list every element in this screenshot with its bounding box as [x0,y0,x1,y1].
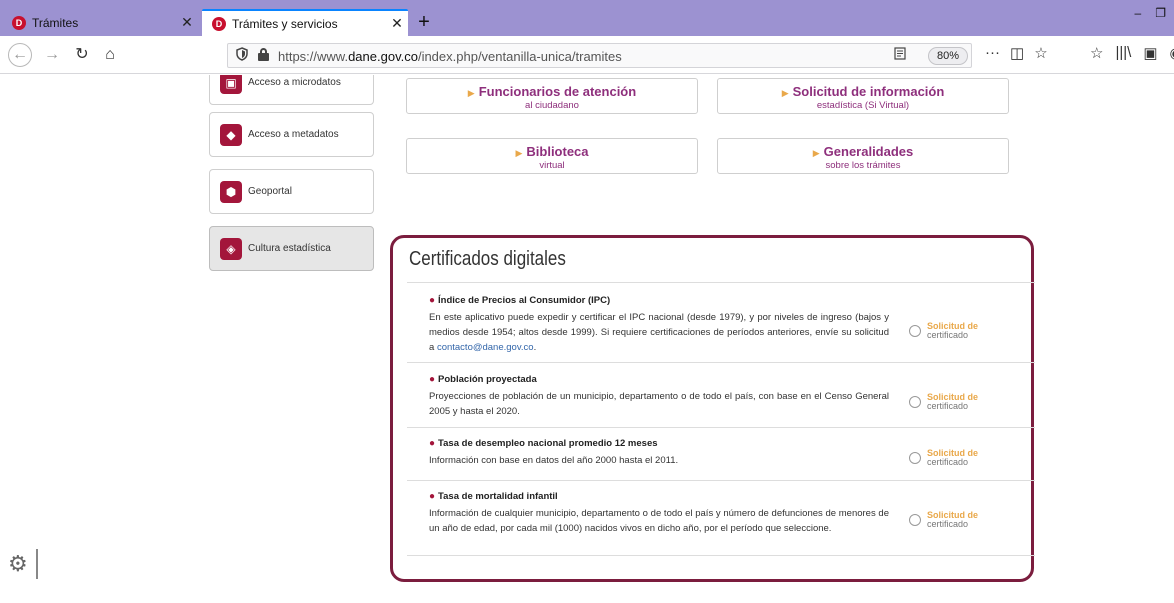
tab-tramites[interactable]: D Trámites ✕ [2,9,198,36]
cert-heading: Índice de Precios al Consumidor (IPC) [438,295,611,306]
more-actions-icon[interactable]: ··· [985,44,1000,62]
arrow-icon: ▶ [812,148,820,158]
url-text[interactable]: https://www.dane.gov.co/index.php/ventan… [278,49,622,64]
arrow-icon: ▶ [467,88,475,98]
restore-icon[interactable]: ❐ [1155,6,1166,20]
sidebar-icon[interactable]: ▣ [1143,44,1157,62]
cert-item-desempleo: ● Tasa de desempleo nacional promedio 12 … [429,438,1035,468]
cert-description: En este aplicativo puede expedir y certi… [429,312,889,353]
browser-window: D Trámites ✕ D Trámites y servicios ✕ + … [0,0,1174,603]
link-subtitle: virtual [539,160,565,171]
contact-email-link[interactable]: contacto@dane.gov.co [437,342,534,353]
cert-item-ipc: ● Índice de Precios al Consumidor (IPC) E… [429,295,1035,355]
new-tab-button[interactable]: + [412,10,436,34]
bookmarks-menu-icon[interactable]: ☆ [1090,44,1103,62]
request-certificate-option[interactable]: Solicitud de certificado [909,393,978,411]
sidebar-item-geoportal[interactable]: ⬢ Geoportal [209,169,374,214]
link-funcionarios-atencion[interactable]: ▶ Funcionarios de atención al ciudadano [406,78,698,114]
link-title: Solicitud de información [792,84,945,99]
library-icon[interactable]: |||\ [1115,44,1131,62]
microdata-icon: ▣ [220,75,242,94]
link-subtitle: estadística (Si Virtual) [816,100,910,111]
bullet-icon: ● [429,374,436,385]
sidebar-item-label: Acceso a metadatos [248,129,339,140]
divider [407,555,1035,556]
forward-button[interactable]: → [40,44,64,66]
link-title: Funcionarios de atención [478,84,637,99]
cert-item-poblacion: ● Población proyectada Proyecciones de po… [429,374,1035,419]
page-actions: ··· ◫ ☆ [985,44,1048,62]
culture-icon: ◈ [220,237,242,260]
tab-title: Trámites [32,15,79,30]
link-generalidades[interactable]: ▶ Generalidades sobre los trámites [717,138,1009,174]
arrow-icon: ▶ [515,148,523,158]
request-certificate-option[interactable]: Solicitud de certificado [909,449,978,467]
zoom-level-button[interactable]: 80% [928,47,969,65]
tab-tramites-y-servicios[interactable]: D Trámites y servicios ✕ [202,9,408,36]
radio-button[interactable] [909,325,921,337]
sidebar-item-label: Geoportal [248,186,292,197]
arrow-icon: ▶ [781,88,789,98]
account-icon[interactable]: ◉ [1170,44,1174,62]
pocket-icon[interactable]: ◫ [1010,44,1024,62]
navigation-toolbar: ← → ↻ ⌂ https://www.dane.gov.co/index.ph… [0,36,1174,74]
bullet-icon: ● [429,295,436,306]
map-icon: ⬢ [220,180,242,203]
link-biblioteca[interactable]: ▶ Biblioteca virtual [406,138,698,174]
sidebar-item-label: Acceso a microdatos [248,77,341,88]
radio-button[interactable] [909,514,921,526]
link-subtitle: sobre los trámites [825,160,901,171]
link-subtitle: al ciudadano [525,100,579,111]
back-button[interactable]: ← [8,43,32,67]
divider [407,480,1035,481]
divider [407,282,1035,283]
page-content: ▣ Acceso a microdatos ◆ Acceso a metadat… [0,75,1174,603]
divider [407,362,1035,363]
cert-description: Proyecciones de población de un municipi… [429,391,889,417]
sidebar-item-metadatos[interactable]: ◆ Acceso a metadatos [209,112,374,157]
dane-favicon-icon: D [12,15,26,30]
certificados-panel: Certificados digitales ● Índice de Precio… [390,235,1035,582]
home-button[interactable]: ⌂ [98,44,122,66]
cert-description: Información de cualquier municipio, depa… [429,508,889,534]
request-certificate-option[interactable]: Solicitud de certificado [909,511,978,529]
cert-description: Información con base en datos del año 20… [429,455,679,466]
link-solicitud-informacion[interactable]: ▶ Solicitud de información estadística (S… [717,78,1009,114]
panel-title: Certificados digitales [409,248,566,270]
dane-favicon-icon: D [212,16,226,31]
minimize-icon[interactable]: – [1135,6,1142,20]
close-icon[interactable]: ✕ [386,15,408,32]
sidebar-item-label: Cultura estadística [248,243,331,254]
link-title: Generalidades [823,144,914,159]
cert-heading: Tasa de mortalidad infantil [438,491,558,502]
gear-icon[interactable]: ⚙ [8,549,38,579]
metadata-icon: ◆ [220,123,242,146]
bookmark-star-icon[interactable]: ☆ [1034,44,1047,62]
sidebar-item-cultura-estadistica[interactable]: ◈ Cultura estadística [209,226,374,271]
address-bar[interactable]: https://www.dane.gov.co/index.php/ventan… [227,43,972,68]
tab-title: Trámites y servicios [232,16,338,31]
bullet-icon: ● [429,438,436,449]
cert-heading: Población proyectada [438,374,537,385]
shield-icon[interactable] [236,47,248,64]
radio-button[interactable] [909,396,921,408]
reader-view-icon[interactable] [894,47,906,63]
cert-item-mortalidad: ● Tasa de mortalidad infantil Información… [429,491,1035,536]
tab-strip: D Trámites ✕ D Trámites y servicios ✕ + … [0,0,1174,36]
divider [407,427,1035,428]
cert-heading: Tasa de desempleo nacional promedio 12 m… [438,438,658,449]
sidebar-item-microdatos[interactable]: ▣ Acceso a microdatos [209,75,374,105]
request-certificate-option[interactable]: Solicitud de certificado [909,322,978,340]
link-title: Biblioteca [526,144,589,159]
lock-icon[interactable] [258,48,269,61]
radio-button[interactable] [909,452,921,464]
window-controls: – ❐ [1135,6,1166,20]
toolbar-buttons: ☆ |||\ ▣ ◉ [1090,44,1174,62]
close-icon[interactable]: ✕ [176,14,198,31]
reload-button[interactable]: ↻ [70,44,94,66]
bullet-icon: ● [429,491,436,502]
